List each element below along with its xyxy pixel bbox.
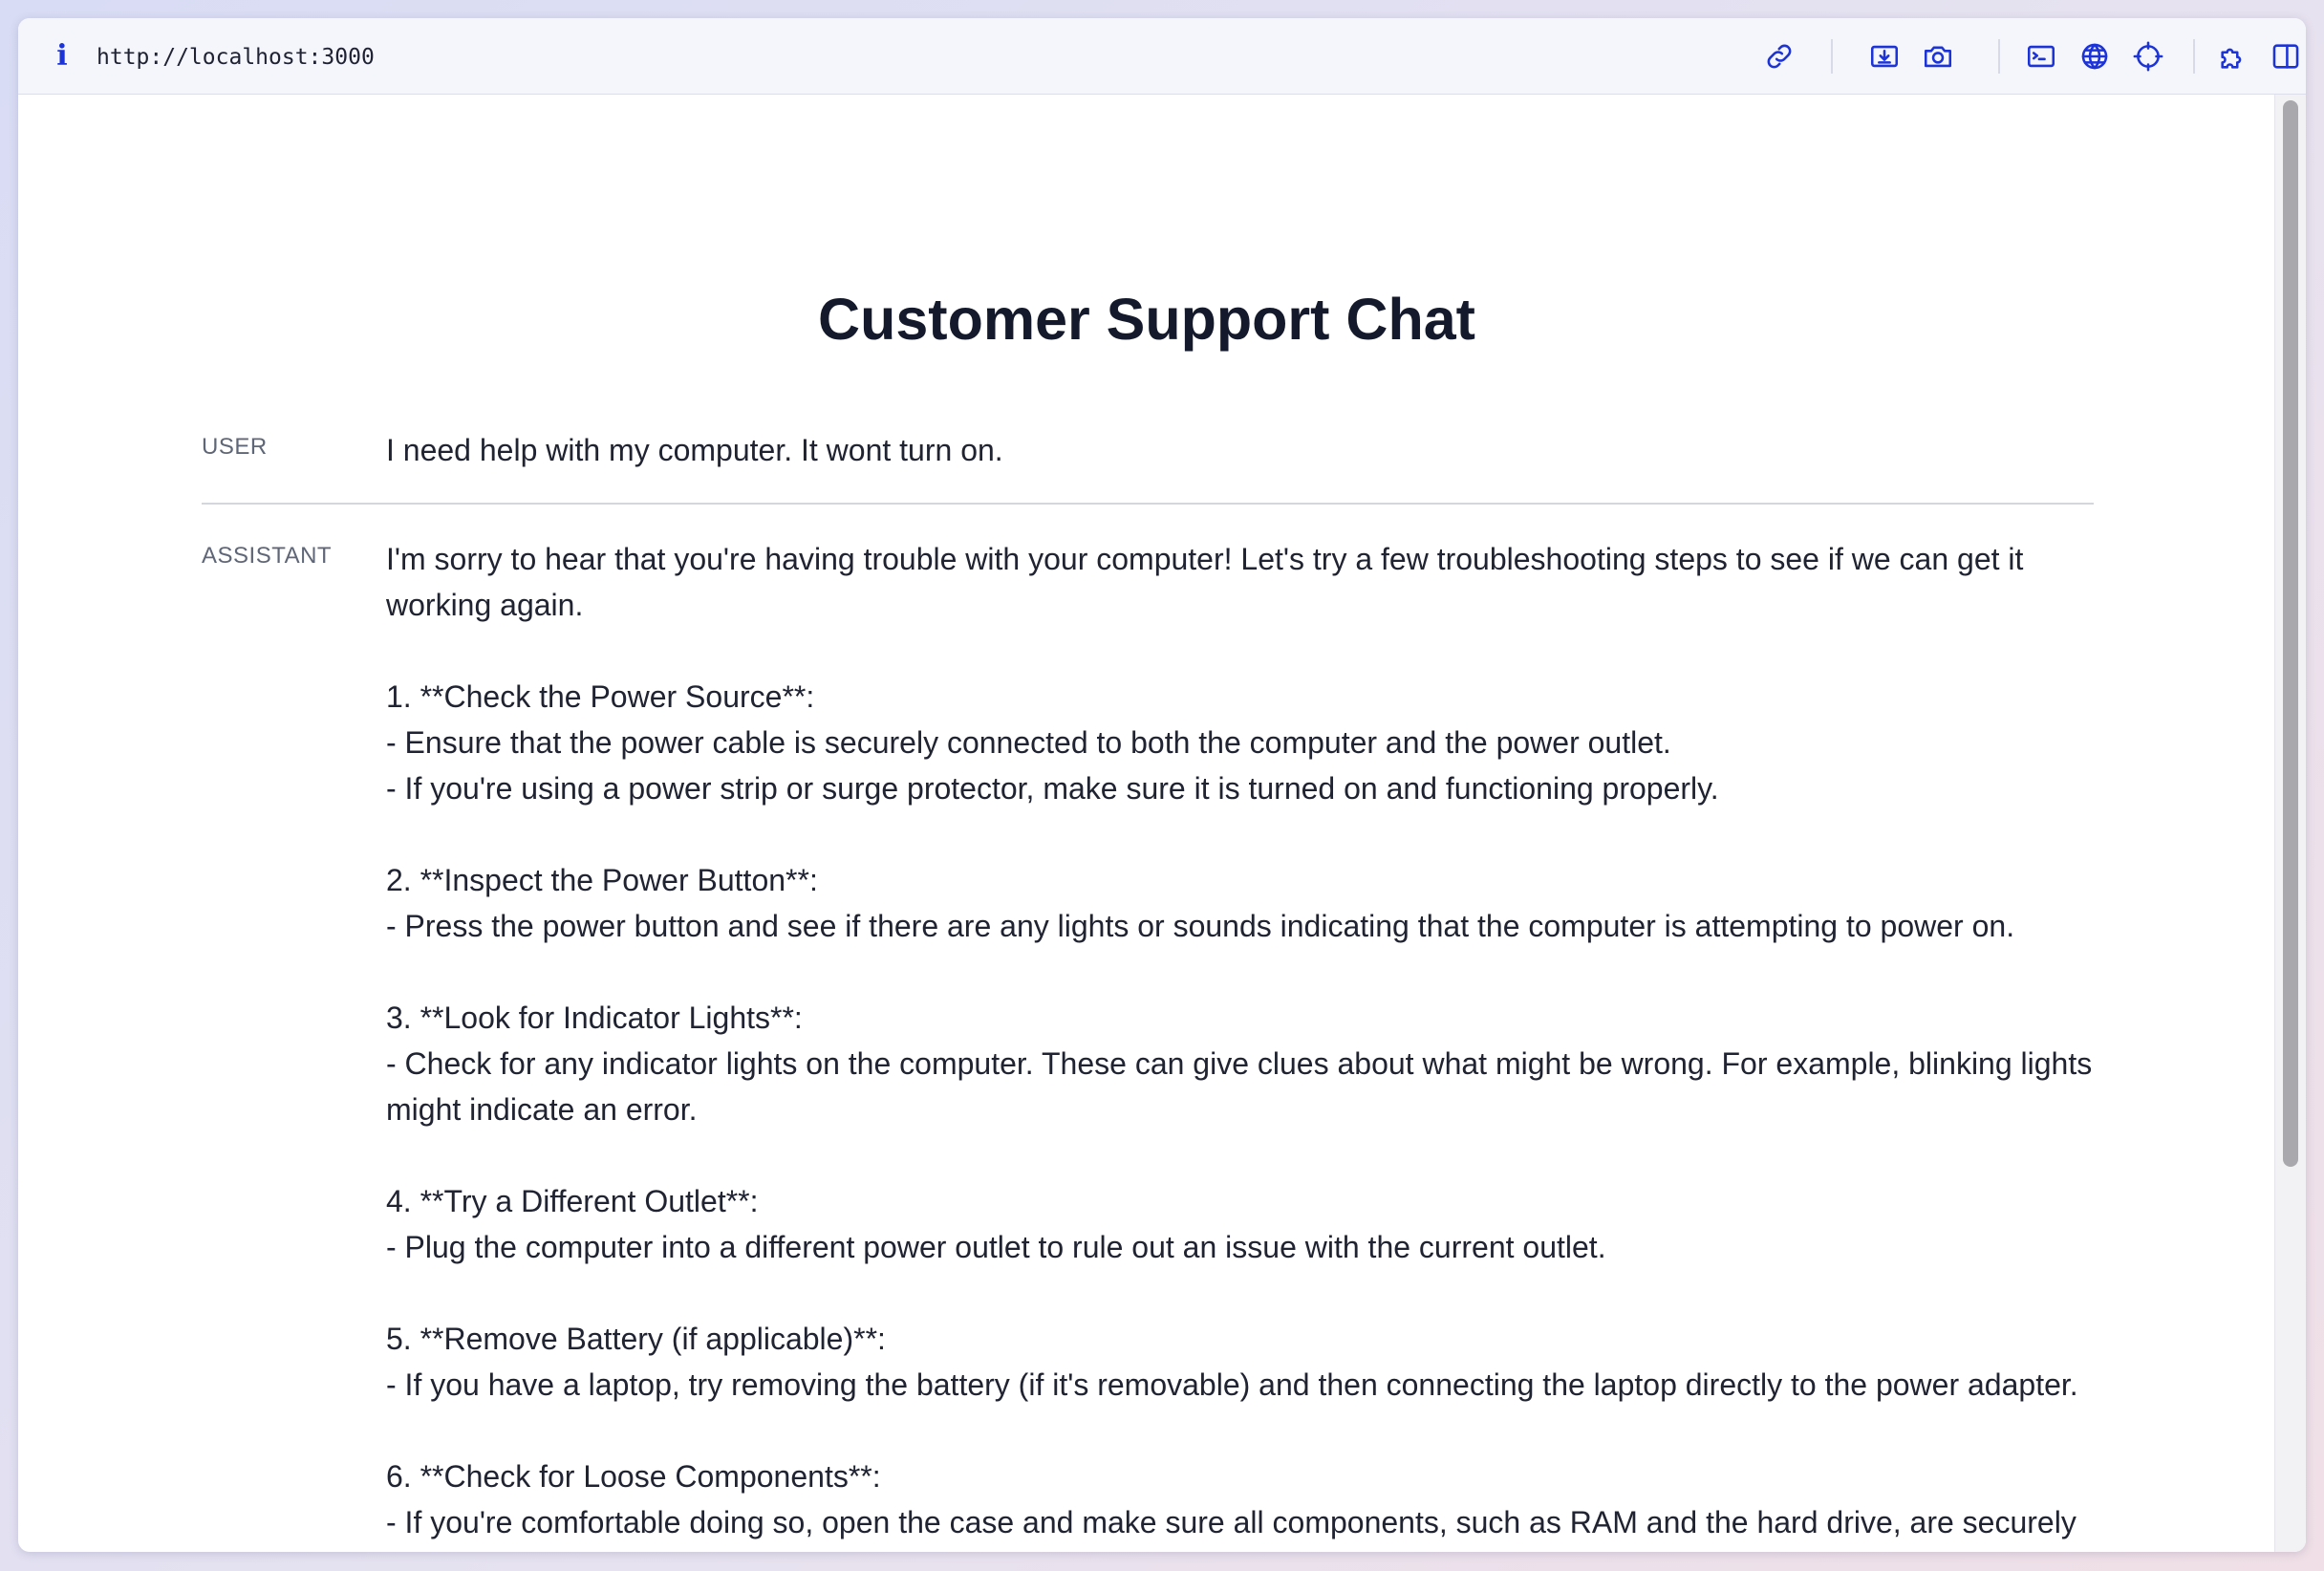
- message-role: USER: [202, 434, 268, 460]
- split-view-icon[interactable]: [2267, 37, 2305, 75]
- message-role: ASSISTANT: [202, 543, 333, 569]
- message-text: I need help with my computer. It wont tu…: [386, 433, 1003, 467]
- download-capture-icon[interactable]: [1865, 37, 1904, 75]
- toolbar-separator: [1831, 39, 1833, 74]
- link-icon[interactable]: [1760, 37, 1798, 75]
- page-scrollbar[interactable]: [2274, 95, 2306, 1552]
- terminal-icon[interactable]: [2022, 37, 2060, 75]
- scrollbar-thumb[interactable]: [2283, 100, 2298, 1167]
- address-bar-url[interactable]: http://localhost:3000: [97, 43, 375, 72]
- page-title: Customer Support Chat: [818, 287, 1475, 352]
- crosshair-icon[interactable]: [2129, 37, 2167, 75]
- browser-toolbar: i http://localhost:3000: [18, 18, 2306, 95]
- browser-window: i http://localhost:3000 Customer Support…: [18, 18, 2306, 1552]
- toolbar-separator: [2193, 39, 2195, 74]
- camera-icon[interactable]: [1919, 37, 1957, 75]
- message-divider: [202, 503, 2094, 505]
- globe-icon[interactable]: [2076, 37, 2114, 75]
- page-content: Customer Support Chat USER I need help w…: [18, 95, 2275, 1552]
- toolbar-separator: [1998, 39, 2000, 74]
- info-icon[interactable]: i: [49, 39, 75, 74]
- message-text: I'm sorry to hear that you're having tro…: [386, 542, 2093, 1552]
- extensions-puzzle-icon[interactable]: [2214, 37, 2252, 75]
